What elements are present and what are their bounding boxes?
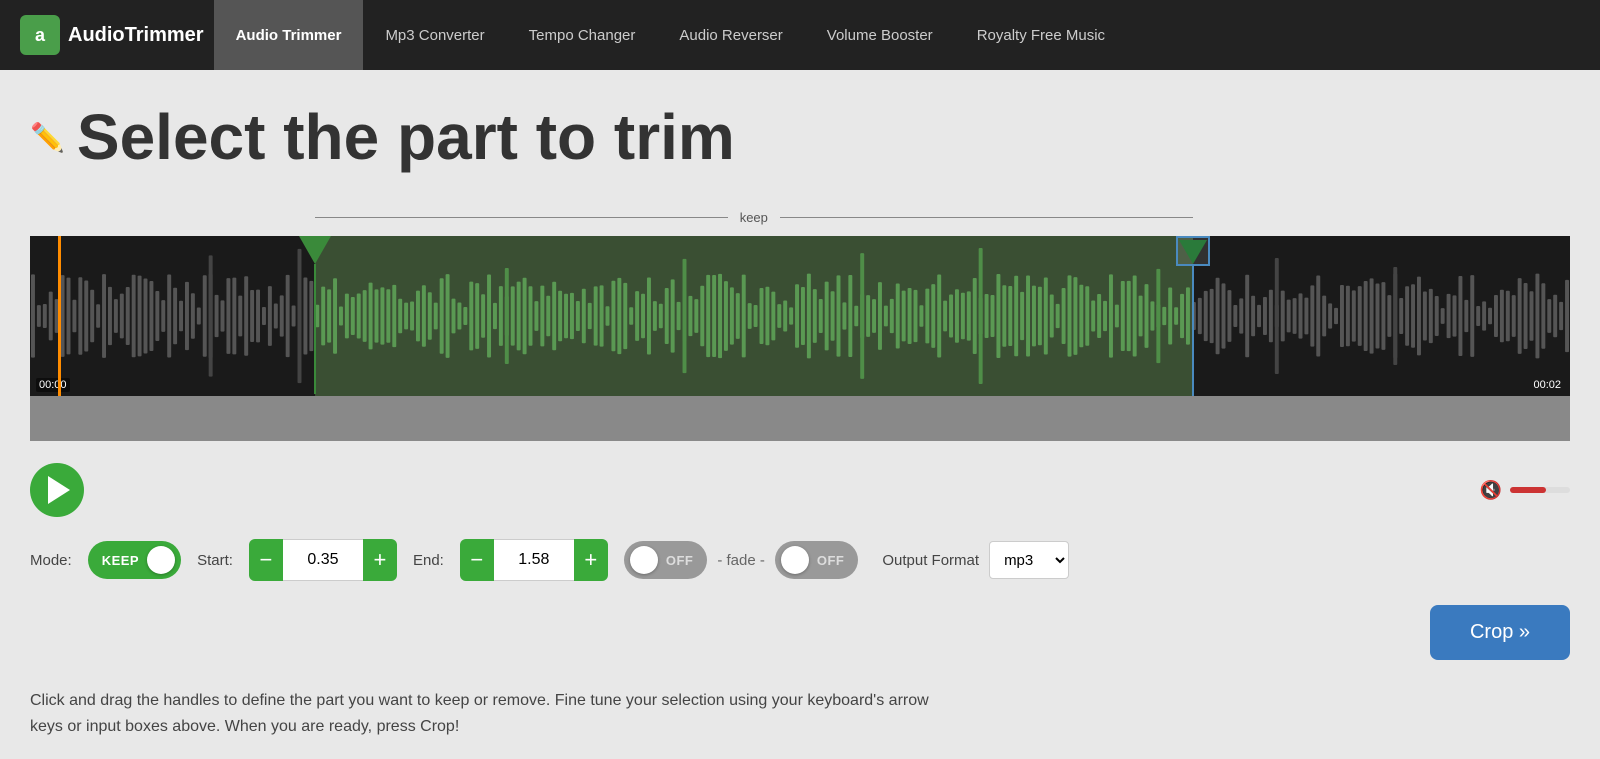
fade-toggle-2-knob <box>781 546 809 574</box>
fade-area: OFF - fade - OFF <box>624 541 859 579</box>
end-minus-button[interactable]: − <box>460 539 494 581</box>
play-button[interactable] <box>30 463 84 517</box>
mode-label: Mode: <box>30 552 72 569</box>
fade-toggle-2[interactable]: OFF <box>775 541 859 579</box>
waveform-svg <box>30 236 1570 396</box>
logo: a AudioTrimmer <box>20 15 204 55</box>
keep-label: keep <box>740 210 768 225</box>
nav-link-audio-trimmer[interactable]: Audio Trimmer <box>214 0 364 70</box>
handle-right-arrow <box>1179 240 1207 264</box>
nav-links: Audio Trimmer Mp3 Converter Tempo Change… <box>214 0 1127 70</box>
end-control: − + <box>460 539 608 581</box>
page-title-row: ✏️ Select the part to trim <box>30 100 1570 174</box>
options-row: Mode: KEEP Start: − + End: − + OFF - fad… <box>30 539 1570 581</box>
main-content: ✏️ Select the part to trim keep <box>0 70 1600 759</box>
logo-text: AudioTrimmer <box>68 24 204 47</box>
crop-row: Crop » <box>30 605 1570 660</box>
output-format-select[interactable]: mp3 wav ogg m4a <box>989 541 1069 579</box>
logo-icon: a <box>20 15 60 55</box>
mode-toggle-knob <box>147 546 175 574</box>
waveform-wrapper: 00:00 00:02 <box>30 236 1570 441</box>
mode-toggle[interactable]: KEEP <box>88 541 181 579</box>
output-format-label: Output Format <box>882 552 979 569</box>
handle-right-line <box>1192 266 1194 396</box>
mode-toggle-text: KEEP <box>102 553 139 568</box>
end-plus-button[interactable]: + <box>574 539 608 581</box>
edit-icon: ✏️ <box>30 121 65 154</box>
volume-fill <box>1510 487 1546 493</box>
output-format-area: Output Format mp3 wav ogg m4a <box>882 541 1069 579</box>
fade-label: - fade - <box>717 552 765 569</box>
end-label: End: <box>413 552 444 569</box>
hint-text: Click and drag the handles to define the… <box>30 688 930 739</box>
fade-toggle-1-text: OFF <box>666 553 694 568</box>
handle-left-arrow <box>299 236 331 264</box>
start-minus-button[interactable]: − <box>249 539 283 581</box>
time-start: 00:00 <box>36 378 70 392</box>
nav-link-audio-reverser[interactable]: Audio Reverser <box>657 0 804 70</box>
controls-row: 🔇 <box>30 463 1570 517</box>
crop-button[interactable]: Crop » <box>1430 605 1570 660</box>
waveform[interactable]: 00:00 00:02 <box>30 236 1570 396</box>
nav-link-tempo-changer[interactable]: Tempo Changer <box>507 0 658 70</box>
handle-left-line <box>314 264 316 394</box>
end-input[interactable] <box>494 539 574 581</box>
handle-left[interactable] <box>299 236 331 394</box>
volume-icon: 🔇 <box>1480 480 1502 501</box>
start-input[interactable] <box>283 539 363 581</box>
nav-link-mp3-converter[interactable]: Mp3 Converter <box>363 0 506 70</box>
fade-toggle-1-knob <box>630 546 658 574</box>
handle-right-box <box>1176 236 1210 266</box>
start-plus-button[interactable]: + <box>363 539 397 581</box>
play-icon <box>48 476 70 504</box>
volume-area: 🔇 <box>1480 480 1570 501</box>
time-end: 00:02 <box>1530 378 1564 392</box>
start-control: − + <box>249 539 397 581</box>
handle-right[interactable] <box>1176 236 1210 396</box>
nav-link-royalty-free-music[interactable]: Royalty Free Music <box>955 0 1127 70</box>
volume-bar[interactable] <box>1510 487 1570 493</box>
fade-toggle-2-text: OFF <box>817 553 845 568</box>
page-title: Select the part to trim <box>77 100 735 174</box>
playhead <box>58 236 61 396</box>
navbar: a AudioTrimmer Audio Trimmer Mp3 Convert… <box>0 0 1600 70</box>
waveform-reflection <box>30 396 1570 441</box>
keep-label-row: keep <box>30 202 1570 232</box>
nav-link-volume-booster[interactable]: Volume Booster <box>805 0 955 70</box>
start-label: Start: <box>197 552 233 569</box>
fade-toggle-1[interactable]: OFF <box>624 541 708 579</box>
